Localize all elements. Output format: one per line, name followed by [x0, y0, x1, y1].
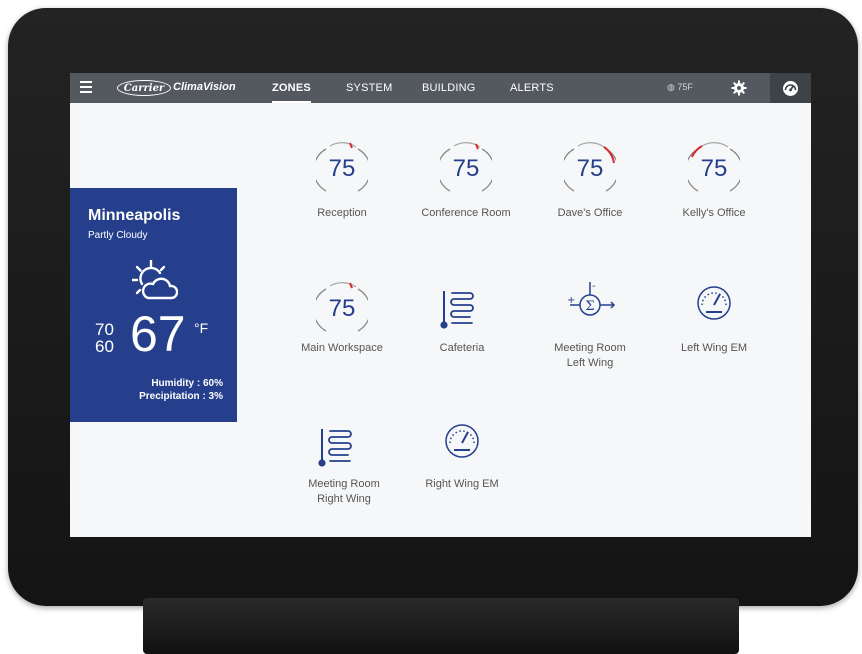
zone-name: Cafeteria	[439, 342, 485, 354]
outdoor-temp-value: 75F	[677, 82, 693, 92]
zone-name: Left Wing EM	[680, 342, 748, 354]
brand-name: ClimaVision	[173, 81, 236, 93]
humidity: Humidity : 60%	[151, 378, 223, 389]
high-temp: 70	[95, 320, 114, 339]
radiant-floor-icon	[440, 291, 474, 329]
sigma-node-icon: Σ + -	[567, 281, 616, 316]
zone-name-line1: Meeting Room	[554, 342, 626, 354]
zone-name: Right Wing EM	[425, 478, 499, 490]
thermometer-icon: ◍	[667, 82, 675, 92]
zone-tile-main-workspace[interactable]: 75 Main Workspace	[282, 279, 402, 379]
zone-tile-right-wing-em[interactable]: Right Wing EM	[402, 417, 522, 517]
zone-setpoint: 75	[576, 155, 604, 182]
weather-card[interactable]: Minneapolis Partly Cloudy 70 60 67 °F Hu…	[70, 188, 237, 422]
weather-city: Minneapolis	[88, 207, 181, 224]
tab-alerts[interactable]: ALERTS	[510, 73, 554, 103]
outdoor-temp-indicator: ◍ 75F	[667, 82, 693, 93]
zone-name: Conference Room	[421, 207, 511, 219]
zone-tile-kellys-office[interactable]: 75 Kelly's Office	[654, 139, 774, 239]
zone-name-line2: Left Wing	[566, 357, 614, 369]
screen: Carrier ClimaVision ZONES SYSTEM BUILDIN…	[70, 73, 811, 537]
tab-zones[interactable]: ZONES	[272, 73, 311, 103]
top-nav-bar: Carrier ClimaVision ZONES SYSTEM BUILDIN…	[70, 73, 811, 103]
high-low-temp: 70 60	[95, 321, 114, 355]
zone-tile-daves-office[interactable]: 75 Dave's Office	[530, 139, 650, 239]
carrier-logo: Carrier	[117, 80, 171, 96]
zone-tile-conference-room[interactable]: 75 Conference Room	[406, 139, 526, 239]
zone-tile-reception[interactable]: 75 Reception	[282, 139, 402, 239]
zone-name-line1: Meeting Room	[308, 478, 380, 490]
zone-tile-meeting-room-left-wing[interactable]: Σ + - Meeting Room Left Wing	[530, 279, 650, 379]
energy-meter-icon	[697, 286, 731, 320]
svg-text:+: +	[567, 295, 575, 306]
svg-text:-: -	[592, 281, 596, 292]
radiant-floor-icon	[318, 429, 352, 467]
gear-icon[interactable]	[731, 80, 747, 96]
tab-system[interactable]: SYSTEM	[346, 73, 392, 103]
device-stand	[143, 598, 739, 654]
zone-setpoint: 75	[452, 155, 480, 182]
dashboard-icon[interactable]	[770, 73, 811, 103]
energy-meter-icon	[445, 424, 479, 458]
zone-name: Reception	[317, 207, 367, 219]
current-temp: 67	[130, 306, 186, 362]
zone-setpoint: 75	[328, 295, 356, 322]
svg-text:Σ: Σ	[585, 299, 594, 314]
zone-name: Main Workspace	[301, 342, 383, 354]
partly-cloudy-icon	[131, 259, 179, 307]
zone-name: Dave's Office	[557, 207, 623, 219]
zone-tile-meeting-room-right-wing[interactable]: Meeting Room Right Wing	[284, 417, 404, 517]
zone-name: Kelly's Office	[682, 207, 746, 219]
menu-icon[interactable]	[80, 81, 92, 95]
weather-condition: Partly Cloudy	[88, 230, 148, 241]
precipitation: Precipitation : 3%	[139, 391, 223, 402]
zone-setpoint: 75	[328, 155, 356, 182]
zone-tile-cafeteria[interactable]: Cafeteria	[402, 279, 522, 379]
zone-tile-left-wing-em[interactable]: Left Wing EM	[654, 279, 774, 379]
zone-name-line2: Right Wing	[317, 493, 371, 505]
tab-building[interactable]: BUILDING	[422, 73, 476, 103]
temp-unit: °F	[194, 320, 209, 336]
low-temp: 60	[95, 337, 114, 356]
zone-setpoint: 75	[700, 155, 728, 182]
